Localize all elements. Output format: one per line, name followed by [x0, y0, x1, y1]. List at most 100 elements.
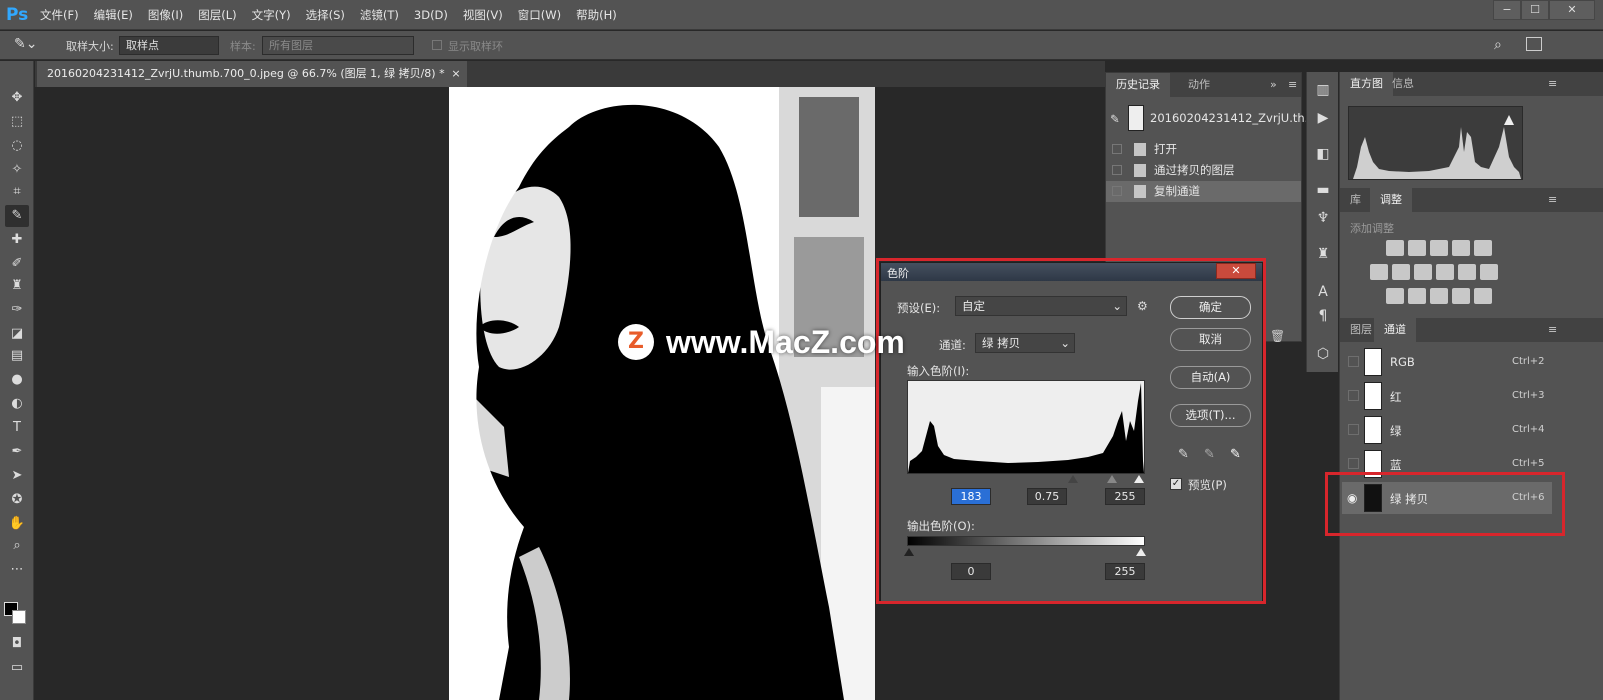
- quick-select-tool-icon[interactable]: ✧: [5, 159, 29, 181]
- sample-size-select[interactable]: 取样点: [119, 36, 219, 55]
- brush-presets-icon[interactable]: ◧: [1313, 144, 1333, 164]
- output-black-slider[interactable]: [904, 548, 914, 556]
- color-balance-icon[interactable]: [1392, 264, 1410, 280]
- move-tool-icon[interactable]: ✥: [5, 87, 29, 109]
- character-panel-icon[interactable]: A: [1313, 282, 1333, 302]
- document-tab[interactable]: 20160204231412_ZvrjU.thumb.700_0.jpeg @ …: [37, 61, 467, 87]
- visibility-toggle[interactable]: [1348, 458, 1359, 469]
- posterize-icon[interactable]: [1408, 288, 1426, 304]
- brush-tool-icon[interactable]: ✐: [5, 253, 29, 275]
- delete-state-icon[interactable]: 🗑: [1270, 329, 1285, 343]
- channel-row[interactable]: 绿 Ctrl+4: [1342, 414, 1552, 446]
- eraser-tool-icon[interactable]: ◪: [5, 323, 29, 345]
- auto-button[interactable]: 自动(A): [1170, 366, 1251, 389]
- input-black-field[interactable]: 183: [951, 488, 991, 505]
- menu-file[interactable]: 文件(F): [40, 7, 79, 23]
- menu-help[interactable]: 帮助(H): [576, 7, 617, 23]
- brush-settings-icon[interactable]: ▬: [1313, 180, 1333, 200]
- 3d-panel-icon[interactable]: ⬡: [1313, 344, 1333, 364]
- photo-filter-icon[interactable]: [1436, 264, 1454, 280]
- menu-window[interactable]: 窗口(W): [518, 7, 561, 23]
- input-white-slider[interactable]: [1134, 475, 1144, 483]
- close-window-button[interactable]: ✕: [1549, 0, 1595, 20]
- cancel-button[interactable]: 取消: [1170, 328, 1251, 351]
- channel-row[interactable]: RGB Ctrl+2: [1342, 346, 1552, 378]
- shape-tool-icon[interactable]: ✪: [5, 489, 29, 511]
- channel-row[interactable]: 蓝 Ctrl+5: [1342, 448, 1552, 480]
- channel-mixer-icon[interactable]: [1458, 264, 1476, 280]
- black-eyedropper-icon[interactable]: ✎: [1178, 447, 1189, 462]
- sample-select[interactable]: 所有图层: [262, 36, 414, 55]
- stamp-tool-icon[interactable]: ♜: [5, 275, 29, 297]
- menu-edit[interactable]: 编辑(E): [94, 7, 133, 23]
- channel-row[interactable]: 红 Ctrl+3: [1342, 380, 1552, 412]
- blur-tool-icon[interactable]: ●: [5, 369, 29, 391]
- tab-info[interactable]: 信息: [1382, 72, 1424, 96]
- menu-3d[interactable]: 3D(D): [414, 8, 448, 22]
- history-item-selected[interactable]: 复制通道: [1106, 181, 1301, 202]
- tab-channels[interactable]: 通道: [1374, 318, 1416, 342]
- preview-checkbox[interactable]: ✓: [1170, 478, 1182, 490]
- levels-icon[interactable]: [1408, 240, 1426, 256]
- invert-icon[interactable]: [1386, 288, 1404, 304]
- eyedropper-tool-icon[interactable]: ✎: [5, 205, 29, 227]
- document-image[interactable]: [449, 87, 875, 700]
- options-button[interactable]: 选项(T)...: [1170, 404, 1251, 427]
- healing-tool-icon[interactable]: ✚: [5, 229, 29, 251]
- eyedropper-icon[interactable]: ✎⌄: [14, 36, 40, 54]
- selective-color-icon[interactable]: [1452, 288, 1470, 304]
- maximize-button[interactable]: ☐: [1521, 0, 1549, 20]
- crop-tool-icon[interactable]: ⌗: [5, 181, 29, 203]
- menu-view[interactable]: 视图(V): [463, 7, 503, 23]
- menu-type[interactable]: 文字(Y): [252, 7, 291, 23]
- menu-filter[interactable]: 滤镜(T): [360, 7, 399, 23]
- exposure-icon[interactable]: [1452, 240, 1470, 256]
- menu-image[interactable]: 图像(I): [148, 7, 183, 23]
- more-tools-icon[interactable]: ⋯: [5, 559, 29, 581]
- show-ring-checkbox[interactable]: [432, 40, 442, 50]
- visibility-toggle[interactable]: [1348, 356, 1359, 367]
- curves-icon[interactable]: [1430, 240, 1448, 256]
- panel-menu-icon[interactable]: ≡: [1548, 323, 1557, 336]
- histogram-panel-icon[interactable]: ▥: [1313, 80, 1333, 100]
- dodge-tool-icon[interactable]: ◐: [5, 393, 29, 415]
- vibrance-icon[interactable]: [1474, 240, 1492, 256]
- history-item[interactable]: 打开: [1106, 139, 1301, 160]
- gradient-map-icon[interactable]: [1474, 288, 1492, 304]
- input-black-slider[interactable]: [1068, 475, 1078, 483]
- output-white-slider[interactable]: [1136, 548, 1146, 556]
- history-brush-tool-icon[interactable]: ✑: [5, 299, 29, 321]
- panel-menu-icon[interactable]: ≡: [1548, 193, 1557, 206]
- ok-button[interactable]: 确定: [1170, 296, 1251, 319]
- input-gamma-slider[interactable]: [1107, 475, 1117, 483]
- menu-select[interactable]: 选择(S): [306, 7, 345, 23]
- eye-icon[interactable]: ◉: [1347, 491, 1357, 505]
- gear-icon[interactable]: ⚙: [1137, 299, 1148, 313]
- levels-title-bar[interactable]: 色阶 ✕: [881, 263, 1262, 281]
- white-eyedropper-icon[interactable]: ✎: [1230, 447, 1241, 462]
- type-tool-icon[interactable]: T: [5, 417, 29, 439]
- search-icon[interactable]: ⌕: [1494, 37, 1502, 53]
- screen-mode-icon[interactable]: ▭: [5, 657, 29, 679]
- brightness-contrast-icon[interactable]: [1386, 240, 1404, 256]
- quick-mask-icon[interactable]: ◘: [5, 633, 29, 655]
- levels-close-button[interactable]: ✕: [1216, 263, 1256, 279]
- color-lookup-icon[interactable]: [1480, 264, 1498, 280]
- history-brush-checkbox[interactable]: [1112, 144, 1122, 154]
- visibility-toggle[interactable]: [1348, 390, 1359, 401]
- threshold-icon[interactable]: [1430, 288, 1448, 304]
- preset-select[interactable]: 自定 ⌄: [955, 296, 1127, 316]
- menu-layer[interactable]: 图层(L): [198, 7, 236, 23]
- tab-actions[interactable]: 动作: [1178, 73, 1220, 97]
- visibility-toggle[interactable]: [1348, 424, 1359, 435]
- tab-adjustments[interactable]: 调整: [1370, 188, 1412, 212]
- minimize-button[interactable]: −: [1493, 0, 1521, 20]
- panel-menu-icon[interactable]: ≡: [1288, 78, 1297, 91]
- gradient-tool-icon[interactable]: ▤: [5, 345, 29, 367]
- history-item[interactable]: 通过拷贝的图层: [1106, 160, 1301, 181]
- zoom-tool-icon[interactable]: ⌕: [5, 535, 29, 557]
- play-icon[interactable]: ▶: [1313, 108, 1333, 128]
- output-white-field[interactable]: 255: [1105, 563, 1145, 580]
- workspace-icon[interactable]: [1526, 37, 1542, 51]
- hue-saturation-icon[interactable]: [1370, 264, 1388, 280]
